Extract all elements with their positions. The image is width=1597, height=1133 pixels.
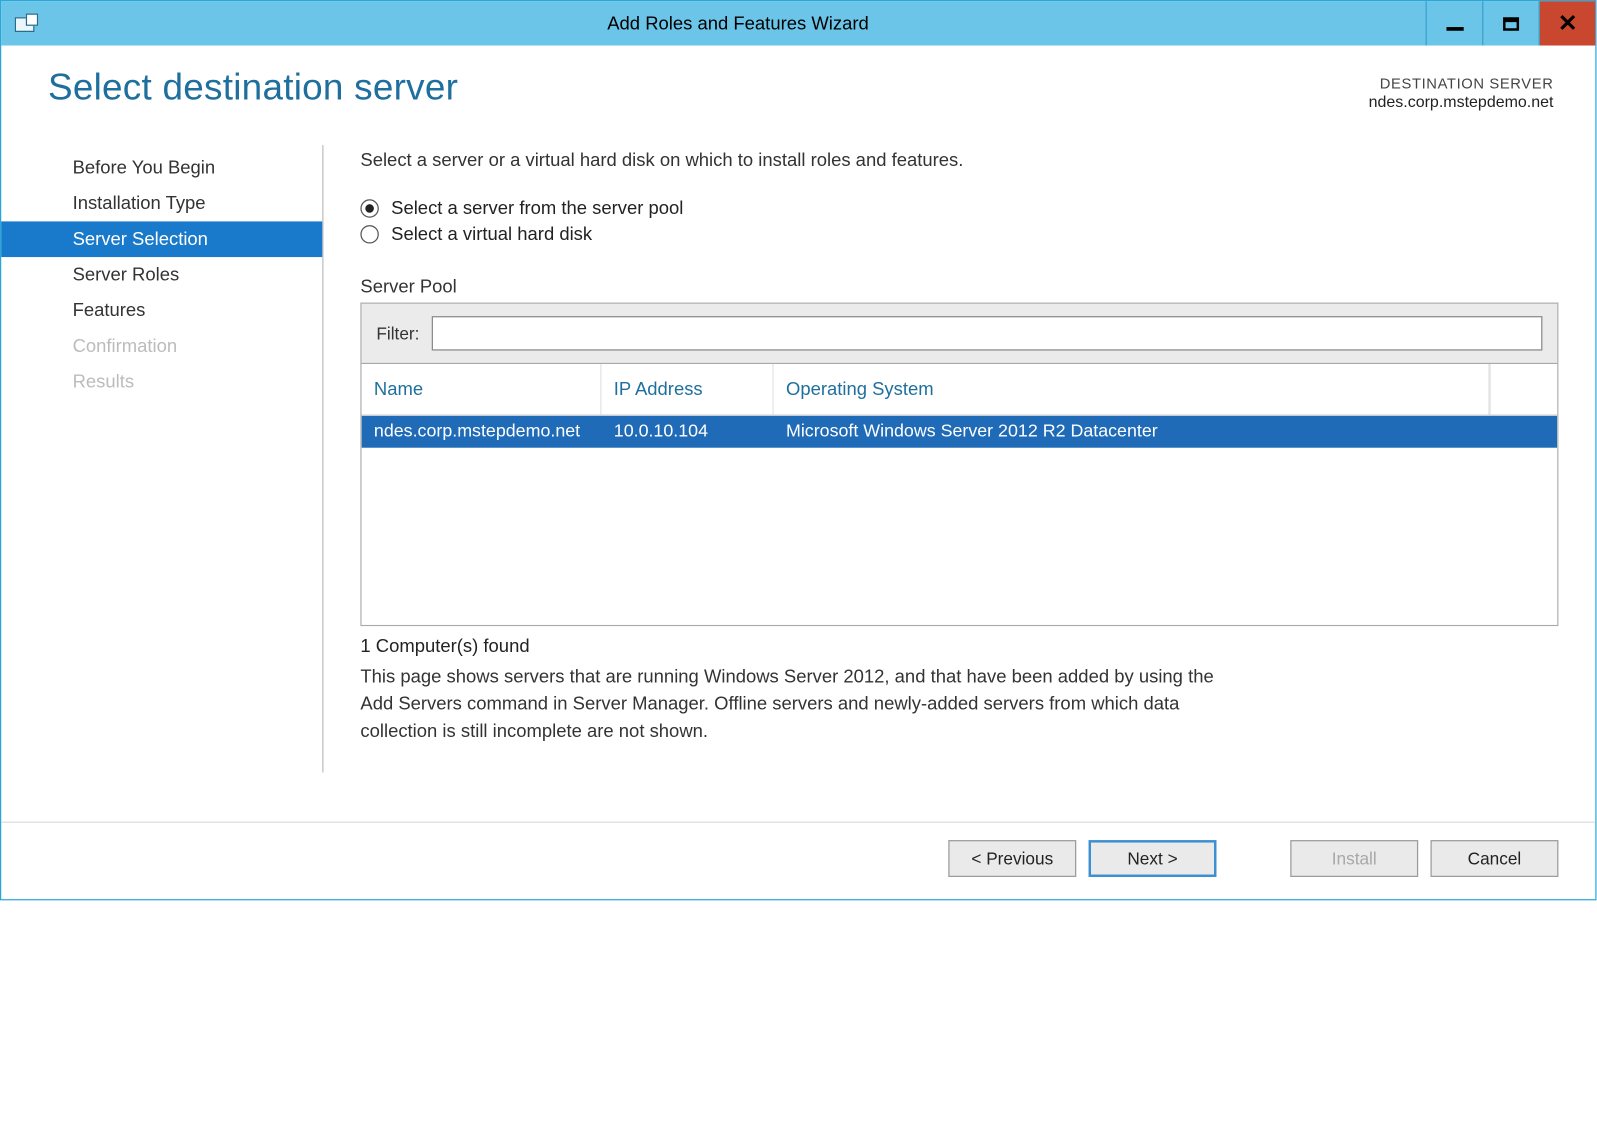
radio-label: Select a server from the server pool [391,198,683,219]
column-spacer [1490,364,1558,414]
cell-name: ndes.corp.mstepdemo.net [362,422,602,442]
wizard-window: Add Roles and Features Wizard ✕ Select d… [0,0,1597,900]
step-confirmation: Confirmation [1,328,322,364]
computers-found: 1 Computer(s) found [360,636,1558,657]
cell-ip: 10.0.10.104 [601,422,773,442]
instruction-text: Select a server or a virtual hard disk o… [360,150,1558,171]
column-ip[interactable]: IP Address [601,364,773,414]
wizard-footer: < Previous Next > Install Cancel [1,822,1595,899]
main-panel: Select a server or a virtual hard disk o… [323,145,1558,772]
radio-label: Select a virtual hard disk [391,224,592,245]
step-server-selection[interactable]: Server Selection [1,221,322,257]
page-title: Select destination server [48,68,1369,110]
grid-header: Name IP Address Operating System [362,364,1558,416]
titlebar: Add Roles and Features Wizard ✕ [1,1,1595,45]
radio-virtual-hard-disk[interactable]: Select a virtual hard disk [360,224,1558,245]
window-controls: ✕ [1426,1,1596,45]
wizard-steps-sidebar: Before You Begin Installation Type Serve… [1,145,323,772]
step-server-roles[interactable]: Server Roles [1,257,322,293]
destination-host: ndes.corp.mstepdemo.net [1369,92,1554,110]
filter-label: Filter: [376,323,419,343]
column-name[interactable]: Name [362,364,602,414]
maximize-icon [1503,17,1519,31]
step-installation-type[interactable]: Installation Type [1,186,322,222]
step-results: Results [1,364,322,400]
radio-server-pool[interactable]: Select a server from the server pool [360,198,1558,219]
next-button[interactable]: Next > [1089,840,1217,877]
filter-bar: Filter: [362,304,1558,364]
minimize-button[interactable] [1426,1,1483,45]
column-os[interactable]: Operating System [774,364,1490,414]
step-before-you-begin[interactable]: Before You Begin [1,150,322,186]
close-button[interactable]: ✕ [1539,1,1596,45]
server-pool-label: Server Pool [360,277,1558,298]
radio-icon [360,225,378,243]
window-title: Add Roles and Features Wizard [50,1,1425,45]
step-features[interactable]: Features [1,293,322,329]
server-pool-box: Filter: Name IP Address Operating System… [360,303,1558,626]
grid-body[interactable]: ndes.corp.mstepdemo.net 10.0.10.104 Micr… [362,416,1558,625]
close-icon: ✕ [1558,12,1578,35]
hint-text: This page shows servers that are running… [360,664,1246,744]
maximize-button[interactable] [1482,1,1539,45]
destination-label: DESTINATION SERVER [1369,75,1554,92]
server-row[interactable]: ndes.corp.mstepdemo.net 10.0.10.104 Micr… [362,416,1558,448]
cell-os: Microsoft Windows Server 2012 R2 Datacen… [774,422,1558,442]
destination-block: DESTINATION SERVER ndes.corp.mstepdemo.n… [1369,68,1559,111]
previous-button[interactable]: < Previous [948,840,1076,877]
filter-input[interactable] [432,316,1543,350]
minimize-icon [1446,26,1463,30]
radio-icon [360,199,378,217]
cancel-button[interactable]: Cancel [1430,840,1558,877]
server-manager-icon [1,1,50,45]
install-button: Install [1290,840,1418,877]
